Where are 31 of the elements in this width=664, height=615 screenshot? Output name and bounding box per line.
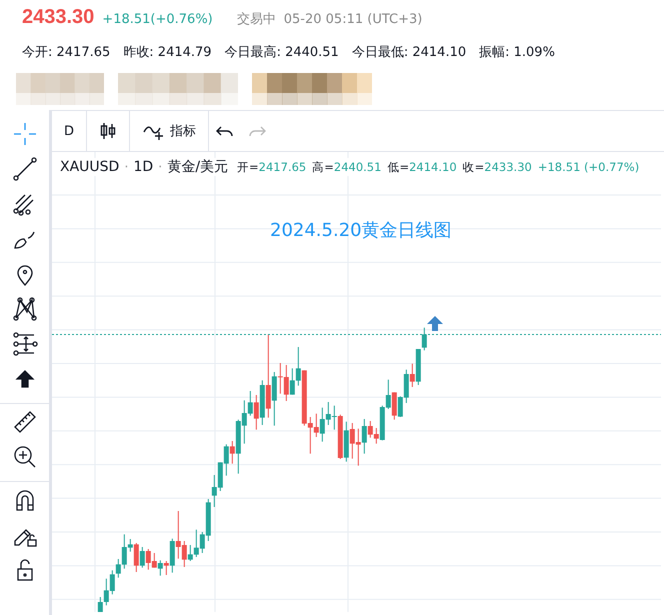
quote-time: 05-20 05:11 (UTC+3)	[284, 12, 422, 27]
legend-separator: ·	[124, 160, 128, 175]
interval-label: 1D	[133, 159, 154, 175]
trading-status: 交易中	[236, 11, 276, 28]
stat-value: 振幅: 1.09%	[479, 44, 555, 61]
trend-line-tool-icon[interactable]	[10, 155, 38, 183]
measure-tool-icon[interactable]	[10, 330, 38, 358]
pattern-tool-icon[interactable]	[10, 295, 38, 323]
ohlc-value: 2433.30	[484, 160, 532, 174]
interval-button[interactable]: D	[52, 111, 88, 151]
symbol-name: XAUUSD	[60, 159, 120, 175]
price-change: +18.51(+0.76%)	[102, 12, 213, 27]
stat-value: 昨收: 2414.79	[123, 44, 212, 61]
stat-value: 今开: 2417.65	[22, 44, 110, 61]
last-price: 2433.30	[22, 6, 94, 29]
instrument-name: 黄金/美元	[167, 158, 228, 176]
ohlc-label: 低=	[387, 160, 410, 174]
ohlc-label: 收=	[462, 160, 484, 174]
indicators-button[interactable]: 指标	[130, 111, 210, 151]
ohlc-value: 2417.65	[258, 160, 306, 174]
ohlc-label: 开=	[237, 160, 259, 174]
chart-title: 2024.5.20黄金日线图	[270, 219, 452, 242]
ohlc-value: 2440.51	[334, 160, 382, 174]
ohlc-label: 高=	[312, 160, 334, 174]
stat-value: 今日最高: 2440.51	[224, 44, 339, 61]
up-arrow-icon	[427, 316, 443, 331]
stat-value: 今日最低: 2414.10	[352, 44, 466, 61]
legend-change: +18.51 (+0.77%)	[538, 160, 640, 175]
ohlc-value: 2414.10	[409, 160, 457, 174]
candlestick-icon	[99, 121, 118, 141]
legend-separator: ·	[158, 160, 162, 175]
